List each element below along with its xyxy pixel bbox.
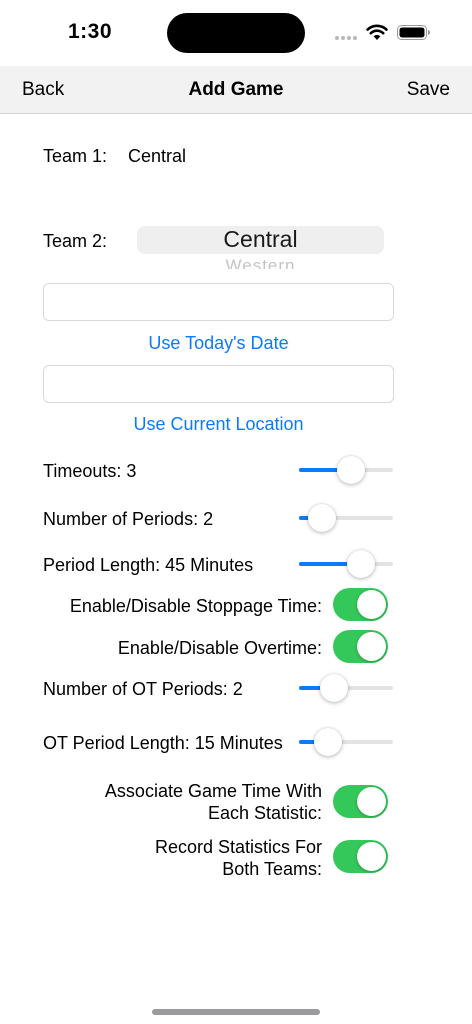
dynamic-island: [167, 13, 305, 53]
team2-label: Team 2:: [43, 231, 108, 251]
wifi-icon: [366, 24, 388, 40]
ot-length-label: OT Period Length: 15 Minutes: [43, 733, 283, 753]
periods-label: Number of Periods: 2: [43, 509, 214, 529]
stoppage-time-label: Enable/Disable Stoppage Time:: [69, 596, 322, 616]
slider-thumb[interactable]: [307, 504, 336, 532]
navigation-bar: Back Add Game Save: [0, 66, 472, 114]
overtime-toggle[interactable]: [333, 630, 388, 663]
associate-game-time-line1: Associate Game Time With: [104, 781, 322, 801]
picker-selected-option[interactable]: Central: [137, 226, 384, 253]
team1-value: Central: [128, 146, 187, 166]
toggle-knob: [357, 842, 386, 871]
stoppage-time-toggle[interactable]: [333, 588, 388, 621]
record-both-teams-line2: Both Teams:: [222, 859, 322, 879]
associate-game-time-line2: Each Statistic:: [207, 803, 322, 823]
record-both-teams-toggle[interactable]: [333, 840, 388, 873]
ot-length-slider[interactable]: [299, 726, 393, 758]
location-field[interactable]: [43, 365, 394, 403]
toggle-knob: [357, 590, 386, 619]
ot-periods-label: Number of OT Periods: 2: [43, 679, 243, 699]
status-bar: 1:30: [0, 0, 472, 66]
period-length-label: Period Length: 45 Minutes: [43, 555, 254, 575]
slider-thumb[interactable]: [314, 728, 343, 756]
timeouts-label: Timeouts: 3: [43, 461, 137, 481]
team1-label: Team 1:: [43, 146, 108, 166]
ot-periods-slider[interactable]: [299, 672, 393, 704]
toggle-knob: [357, 632, 386, 661]
picker-next-option[interactable]: Western: [137, 256, 384, 269]
record-both-teams-line1: Record Statistics For: [154, 837, 322, 857]
slider-thumb[interactable]: [347, 550, 376, 578]
add-game-screen: 1:30 Back Add Game Save Team 1: Central …: [0, 0, 472, 1024]
period-length-slider[interactable]: [299, 548, 393, 580]
date-field[interactable]: [43, 283, 394, 321]
home-indicator[interactable]: [152, 1009, 320, 1015]
page-title: Add Game: [188, 79, 284, 100]
use-current-location-button[interactable]: Use Current Location: [0, 414, 437, 435]
slider-thumb[interactable]: [336, 456, 365, 484]
battery-icon: [397, 25, 430, 40]
overtime-label: Enable/Disable Overtime:: [117, 638, 322, 658]
associate-game-time-label: Associate Game Time With Each Statistic:: [105, 780, 322, 824]
record-both-teams-label: Record Statistics For Both Teams:: [155, 836, 322, 880]
toggle-knob: [357, 787, 386, 816]
use-todays-date-button[interactable]: Use Today's Date: [0, 333, 437, 354]
save-button[interactable]: Save: [407, 79, 450, 101]
slider-thumb[interactable]: [319, 674, 348, 702]
timeouts-slider[interactable]: [299, 454, 393, 486]
status-time: 1:30: [68, 20, 113, 43]
cellular-signal-icon: [335, 36, 359, 40]
periods-slider[interactable]: [299, 502, 393, 534]
team2-picker[interactable]: Central Western: [137, 225, 384, 269]
associate-game-time-toggle[interactable]: [333, 785, 388, 818]
